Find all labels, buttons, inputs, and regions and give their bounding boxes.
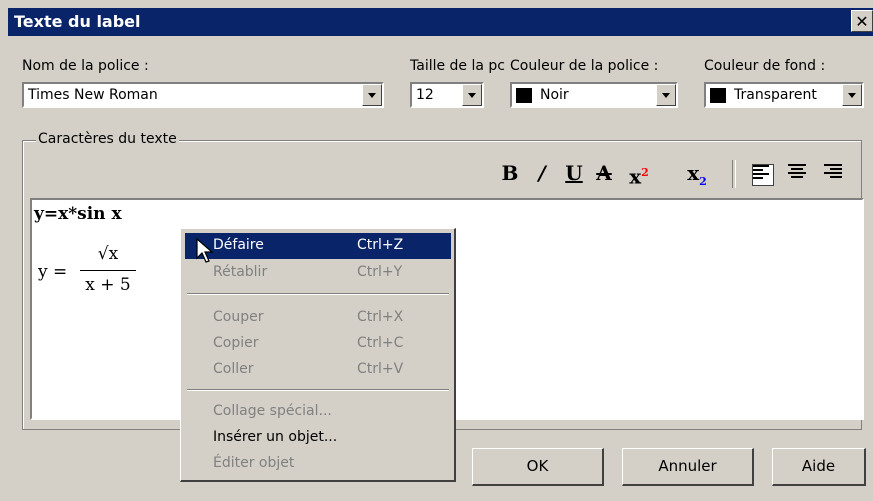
menu-item-paste-special[interactable]: Collage spécial...	[185, 399, 451, 425]
group-label: Caractères du texte	[36, 131, 179, 147]
font-color-value: Noir	[540, 87, 569, 103]
menu-item-cut[interactable]: Couper Ctrl+X	[185, 305, 451, 331]
font-color-combo[interactable]: Noir	[510, 82, 678, 108]
bg-color-value: Transparent	[734, 87, 817, 103]
menu-item-label: Éditer objet	[213, 455, 295, 471]
menu-item-edit-object[interactable]: Éditer objet	[185, 451, 451, 477]
ok-button[interactable]: OK	[472, 448, 604, 486]
formula-numerator: √x	[97, 244, 119, 264]
menu-item-paste[interactable]: Coller Ctrl+V	[185, 357, 451, 383]
cancel-button[interactable]: Annuler	[622, 448, 754, 486]
font-size-value: 12	[416, 87, 434, 103]
context-menu: Défaire Ctrl+Z Rétablir Ctrl+Y Couper Ct…	[180, 228, 456, 482]
editor-line-1: y=x*sin x	[34, 204, 122, 224]
font-name-combo[interactable]: Times New Roman	[22, 82, 384, 108]
menu-separator	[187, 293, 449, 295]
subscript-icon[interactable]: x2	[682, 160, 712, 188]
fraction-bar	[80, 270, 136, 271]
align-right-icon[interactable]	[824, 164, 844, 184]
menu-item-label: Défaire	[213, 237, 264, 253]
menu-item-copy[interactable]: Copier Ctrl+C	[185, 331, 451, 357]
color-swatch	[516, 88, 532, 103]
menu-item-shortcut: Ctrl+X	[357, 309, 404, 325]
mouse-cursor-icon	[196, 238, 214, 263]
formula-denominator: x + 5	[85, 275, 131, 295]
help-button[interactable]: Aide	[772, 448, 866, 486]
close-icon[interactable]: ✕	[851, 10, 873, 32]
font-name-value: Times New Roman	[28, 87, 158, 103]
menu-item-shortcut: Ctrl+C	[357, 335, 404, 351]
subscript-exp: 2	[699, 175, 707, 188]
menu-item-redo[interactable]: Rétablir Ctrl+Y	[185, 260, 451, 286]
menu-item-label: Rétablir	[213, 264, 268, 280]
menu-item-label: Collage spécial...	[213, 403, 332, 419]
menu-item-label: Insérer un objet...	[213, 429, 338, 445]
font-color-label: Couleur de la police :	[510, 58, 659, 74]
menu-item-label: Coller	[213, 361, 254, 377]
dropdown-arrow-icon[interactable]	[362, 84, 382, 106]
italic-icon[interactable]: /	[532, 160, 552, 186]
subscript-base: x	[687, 161, 700, 185]
strikethrough-icon[interactable]: A	[594, 160, 614, 186]
menu-item-shortcut: Ctrl+Y	[357, 264, 403, 280]
bold-icon[interactable]: B	[500, 160, 520, 186]
align-center-icon[interactable]	[788, 164, 808, 184]
bg-swatch	[710, 88, 726, 103]
menu-item-insert-object[interactable]: Insérer un objet...	[185, 425, 451, 451]
bg-color-combo[interactable]: Transparent	[704, 82, 864, 108]
font-size-combo[interactable]: 12	[410, 82, 484, 108]
bg-color-label: Couleur de fond :	[704, 58, 826, 74]
menu-item-shortcut: Ctrl+V	[357, 361, 404, 377]
dropdown-arrow-icon[interactable]	[842, 84, 862, 106]
menu-item-shortcut: Ctrl+Z	[357, 237, 404, 253]
menu-separator	[187, 389, 449, 391]
menu-item-label: Couper	[213, 309, 264, 325]
superscript-icon[interactable]: x2	[624, 160, 654, 189]
align-left-icon[interactable]	[752, 164, 774, 186]
superscript-base: x	[629, 164, 642, 189]
menu-item-undo[interactable]: Défaire Ctrl+Z	[185, 233, 451, 259]
dialog-window: Texte du label ✕ Nom de la police : Time…	[0, 0, 873, 501]
dropdown-arrow-icon[interactable]	[656, 84, 676, 106]
underline-icon[interactable]: U	[564, 160, 584, 186]
dropdown-arrow-icon[interactable]	[462, 84, 482, 106]
menu-item-label: Copier	[213, 335, 259, 351]
title-bar: Texte du label ✕	[8, 8, 873, 36]
formula-lhs: y =	[38, 262, 68, 282]
font-size-label: Taille de la pc	[410, 58, 505, 74]
superscript-exp: 2	[641, 166, 649, 179]
toolbar-separator	[732, 160, 736, 188]
window-title: Texte du label	[14, 12, 141, 31]
font-name-label: Nom de la police :	[22, 58, 149, 74]
